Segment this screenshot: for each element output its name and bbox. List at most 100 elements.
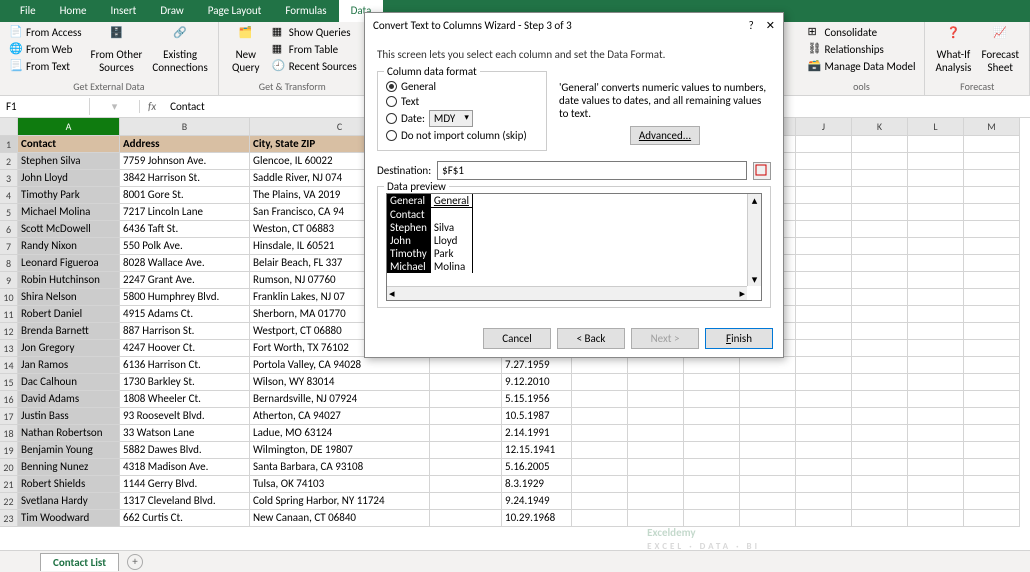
cell-K13[interactable] [852,340,908,357]
cell-G23[interactable] [628,510,684,527]
cell-E21[interactable]: 8.3.1929 [502,476,572,493]
cell-K5[interactable] [852,204,908,221]
cell-G20[interactable] [628,459,684,476]
cell-F17[interactable] [572,408,628,425]
whatif-button[interactable]: ❓What-If Analysis [931,24,975,76]
cancel-button[interactable]: Cancel [483,328,551,349]
cell-C18[interactable]: Ladue, MO 63124 [250,425,430,442]
relationships-button[interactable]: ⛓Relationships [804,41,918,57]
tab-draw[interactable]: Draw [148,0,195,22]
cell-A12[interactable]: Brenda Barnett [18,323,120,340]
cell-L4[interactable] [908,187,964,204]
cell-K1[interactable] [852,136,908,153]
cell-J13[interactable] [796,340,852,357]
cell-D23[interactable] [430,510,502,527]
cell-H19[interactable] [684,442,740,459]
cell-B10[interactable]: 5800 Humphrey Blvd. [120,289,250,306]
cell-H16[interactable] [684,391,740,408]
row-header-11[interactable]: 11 [0,306,18,323]
cell-D16[interactable] [430,391,502,408]
cell-B13[interactable]: 4247 Hoover Ct. [120,340,250,357]
cell-M22[interactable] [964,493,1020,510]
cell-B5[interactable]: 7217 Lincoln Lane [120,204,250,221]
cell-K8[interactable] [852,255,908,272]
cell-J7[interactable] [796,238,852,255]
cell-C16[interactable]: Bernardsville, NJ 07924 [250,391,430,408]
cell-A19[interactable]: Benjamin Young [18,442,120,459]
cell-A15[interactable]: Dac Calhoun [18,374,120,391]
cell-E17[interactable]: 10.5.1987 [502,408,572,425]
cell-M6[interactable] [964,221,1020,238]
fx-icon[interactable]: fx [140,100,164,113]
help-button[interactable]: ? [749,19,754,32]
cell-K11[interactable] [852,306,908,323]
cell-K12[interactable] [852,323,908,340]
cell-A10[interactable]: Shira Nelson [18,289,120,306]
manage-data-model-button[interactable]: 🗃️Manage Data Model [804,58,918,74]
cell-B12[interactable]: 887 Harrison St. [120,323,250,340]
cell-F20[interactable] [572,459,628,476]
existing-connections-button[interactable]: 🔗Existing Connections [148,24,211,76]
cell-B6[interactable]: 6436 Taft St. [120,221,250,238]
cell-J11[interactable] [796,306,852,323]
cell-L15[interactable] [908,374,964,391]
tab-page-layout[interactable]: Page Layout [196,0,274,22]
col-header-M[interactable]: M [964,118,1020,136]
cell-J3[interactable] [796,170,852,187]
cell-M4[interactable] [964,187,1020,204]
cell-I16[interactable] [740,391,796,408]
date-format-combo[interactable]: MDY [429,110,473,127]
cell-E14[interactable]: 7.27.1959 [502,357,572,374]
cell-A13[interactable]: Jon Gregory [18,340,120,357]
cell-E22[interactable]: 9.24.1949 [502,493,572,510]
from-table-button[interactable]: ▦From Table [269,41,360,57]
from-web-button[interactable]: 🌐From Web [6,41,85,57]
cell-F19[interactable] [572,442,628,459]
cell-C19[interactable]: Wilmington, DE 19807 [250,442,430,459]
cell-J4[interactable] [796,187,852,204]
col-header-J[interactable]: J [796,118,852,136]
row-header-19[interactable]: 19 [0,442,18,459]
cell-C17[interactable]: Atherton, CA 94027 [250,408,430,425]
cell-A8[interactable]: Leonard Figueroa [18,255,120,272]
cell-H23[interactable] [684,510,740,527]
cell-D20[interactable] [430,459,502,476]
cell-G14[interactable] [628,357,684,374]
row-header-2[interactable]: 2 [0,153,18,170]
cell-B17[interactable]: 93 Roosevelt Blvd. [120,408,250,425]
cell-A21[interactable]: Robert Shields [18,476,120,493]
row-header-8[interactable]: 8 [0,255,18,272]
cell-M21[interactable] [964,476,1020,493]
cell-J21[interactable] [796,476,852,493]
cell-A5[interactable]: Michael Molina [18,204,120,221]
namebox-dropdown[interactable]: ▾ [90,100,140,113]
new-query-button[interactable]: 🗂️New Query [225,24,267,76]
cell-K6[interactable] [852,221,908,238]
from-other-sources-button[interactable]: 🗄️From Other Sources [87,24,147,76]
tab-home[interactable]: Home [48,0,99,22]
cell-A3[interactable]: John Lloyd [18,170,120,187]
row-header-20[interactable]: 20 [0,459,18,476]
cell-J12[interactable] [796,323,852,340]
cell-L3[interactable] [908,170,964,187]
col-header-K[interactable]: K [852,118,908,136]
cell-F15[interactable] [572,374,628,391]
cell-H17[interactable] [684,408,740,425]
cell-J22[interactable] [796,493,852,510]
cell-G22[interactable] [628,493,684,510]
cell-I14[interactable] [740,357,796,374]
cell-G16[interactable] [628,391,684,408]
cell-L16[interactable] [908,391,964,408]
sheet-tab-contact-list[interactable]: Contact List [40,553,119,571]
cell-C22[interactable]: Cold Spring Harbor, NY 11724 [250,493,430,510]
cell-K18[interactable] [852,425,908,442]
cell-C23[interactable]: New Canaan, CT 06840 [250,510,430,527]
recent-sources-button[interactable]: 🕘Recent Sources [269,58,360,74]
cell-J23[interactable] [796,510,852,527]
cell-M13[interactable] [964,340,1020,357]
cell-B21[interactable]: 1144 Gerry Blvd. [120,476,250,493]
cell-D18[interactable] [430,425,502,442]
cell-K21[interactable] [852,476,908,493]
cell-B18[interactable]: 33 Watson Lane [120,425,250,442]
cell-A23[interactable]: Tim Woodward [18,510,120,527]
